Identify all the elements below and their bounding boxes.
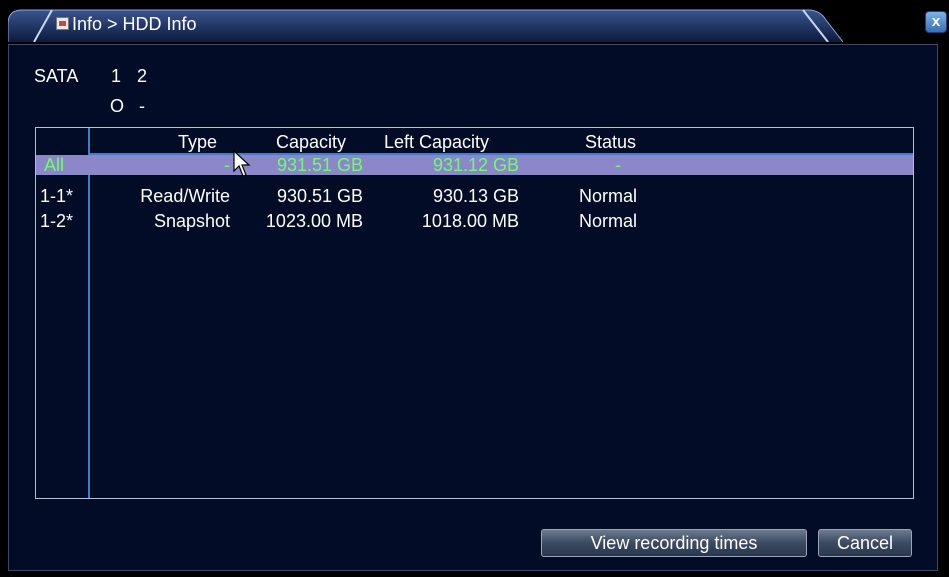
row-left-capacity[interactable]: 930.13 GB (380, 186, 519, 207)
column-header-capacity[interactable]: Capacity (276, 132, 346, 153)
disk-state: - (139, 96, 145, 116)
close-icon: x (931, 13, 941, 30)
window-title: Info > HDD Info (72, 14, 197, 34)
row-capacity[interactable]: 1023.00 MB (236, 211, 363, 232)
disk-state: O (110, 96, 125, 116)
row-id[interactable]: All (44, 155, 64, 176)
mouse-pointer-icon (233, 150, 251, 177)
row-type[interactable]: Snapshot (100, 211, 230, 232)
row-capacity[interactable]: 931.51 GB (236, 155, 363, 176)
column-header-status[interactable]: Status (585, 132, 636, 153)
view-recording-times-button[interactable]: View recording times (541, 529, 807, 557)
row-left-capacity[interactable]: 931.12 GB (380, 155, 519, 176)
row-status[interactable]: Normal (579, 186, 637, 207)
row-id[interactable]: 1-1* (40, 186, 73, 207)
row-capacity[interactable]: 930.51 GB (236, 186, 363, 207)
row-left-capacity[interactable]: 1018.00 MB (380, 211, 519, 232)
info-doc-icon (56, 17, 69, 30)
row-id[interactable]: 1-2* (40, 211, 73, 232)
cancel-button[interactable]: Cancel (818, 529, 912, 557)
row-type[interactable]: Read/Write (100, 186, 230, 207)
disk-number: 2 (137, 66, 148, 86)
sata-label: SATA (34, 66, 79, 86)
column-divider (88, 128, 90, 498)
column-header-left-capacity[interactable]: Left Capacity (384, 132, 489, 153)
title-bar: Info > HDD Info (8, 6, 938, 42)
row-status[interactable]: - (615, 155, 621, 176)
column-header-type[interactable]: Type (178, 132, 217, 153)
row-type[interactable]: - (180, 155, 230, 176)
hdd-table (35, 127, 914, 499)
disk-number: 1 (111, 66, 122, 86)
close-button[interactable]: x (925, 11, 947, 33)
row-status[interactable]: Normal (579, 211, 637, 232)
hdd-info-window: Info > HDD Info x SATA 1 2 O - Type Capa… (0, 0, 949, 577)
